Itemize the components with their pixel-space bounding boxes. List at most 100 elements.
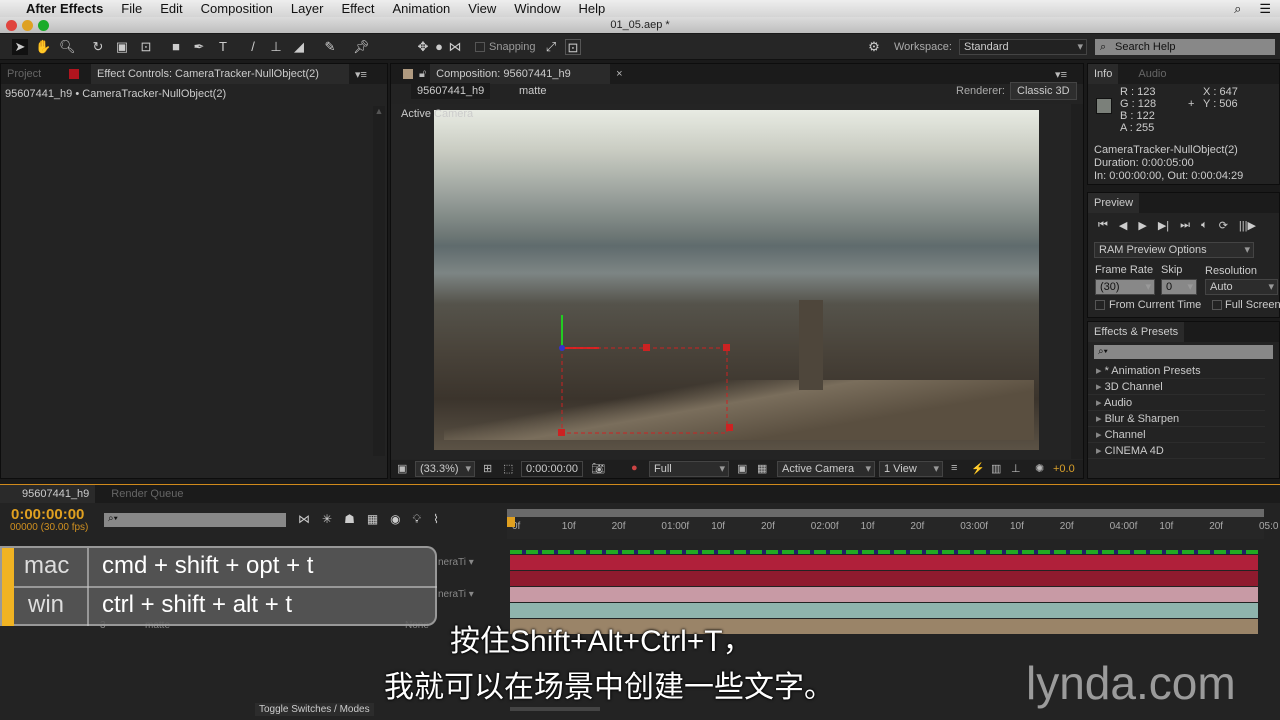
current-time-field[interactable]: 0:00:00:00 <box>521 461 583 477</box>
camera-view-dropdown[interactable]: Active Camera <box>777 461 875 477</box>
work-area-track[interactable] <box>510 550 1258 554</box>
fast-previews-icon[interactable]: ⚡ <box>971 462 985 475</box>
app-menu[interactable]: After Effects <box>17 1 112 16</box>
pan-behind-tool-icon[interactable]: ⊡ <box>138 39 154 55</box>
layer-duration-bar[interactable] <box>510 587 1258 603</box>
effect-category[interactable]: Channel <box>1088 427 1265 443</box>
lock-icon[interactable] <box>69 69 79 79</box>
toggle-switches-modes-button[interactable]: Toggle Switches / Modes <box>255 703 374 716</box>
puppet-pin-tool-icon[interactable]: 📌︎ <box>353 39 370 55</box>
tab-timeline-comp[interactable]: 95607441_h9 <box>0 485 96 503</box>
hand-tool-icon[interactable]: ✋ <box>35 39 51 55</box>
timeline-search-input[interactable]: ⌕▾ <box>104 513 286 527</box>
selection-tool-icon[interactable]: ➤ <box>12 39 28 55</box>
channel-icon[interactable]: ● <box>631 462 638 474</box>
timeline-icon[interactable]: ▥ <box>991 462 1001 475</box>
scrollbar[interactable]: ▲ <box>373 106 385 456</box>
current-time-indicator[interactable] <box>507 517 515 527</box>
time-ruler[interactable]: 0f 10f 20f 01:00f 10f 20f 02:00f 10f 20f 03:00f 10… <box>507 509 1278 539</box>
renderer-button[interactable]: Classic 3D <box>1010 82 1077 100</box>
lock-icon[interactable]: 🔓︎ <box>419 68 426 81</box>
viewer[interactable]: Active Camera <box>391 104 1083 459</box>
camera-tool-icon[interactable]: ▣ <box>114 39 130 55</box>
layer-duration-bar[interactable] <box>510 571 1258 587</box>
menu-layer[interactable]: Layer <box>282 1 333 16</box>
magnification-dropdown[interactable]: (33.3%) <box>415 461 475 477</box>
world-axis-icon[interactable]: ● <box>431 39 447 55</box>
spotlight-icon[interactable]: ⌕ <box>1225 1 1250 17</box>
frame-blending-icon[interactable]: ▦ <box>367 512 378 527</box>
region-of-interest-icon[interactable]: ▣ <box>737 462 747 475</box>
local-axis-icon[interactable]: ✥ <box>415 39 431 55</box>
resolution-dropdown[interactable]: Full <box>649 461 729 477</box>
zoom-tool-icon[interactable]: 🔍︎ <box>59 39 76 55</box>
view-layout-dropdown[interactable]: 1 View <box>879 461 943 477</box>
footage-frame[interactable] <box>434 110 1039 450</box>
exposure-icon[interactable]: ✺ <box>1035 462 1044 475</box>
menu-help[interactable]: Help <box>569 1 614 16</box>
menu-view[interactable]: View <box>459 1 505 16</box>
flowchart-icon[interactable]: ⊥ <box>1011 462 1021 475</box>
view-axis-icon[interactable]: ⋈ <box>447 39 463 55</box>
first-frame-icon[interactable]: ⏮ <box>1098 219 1108 232</box>
menu-composition[interactable]: Composition <box>192 1 282 16</box>
loop-icon[interactable]: ⟳ <box>1219 219 1228 232</box>
snap-feature-icon[interactable]: ⊡ <box>565 39 581 55</box>
exposure-value[interactable]: +0.0 <box>1053 463 1075 475</box>
draft-3d-icon[interactable]: ✳ <box>322 512 332 527</box>
effect-category[interactable]: Blur & Sharpen <box>1088 411 1265 427</box>
comp-breadcrumb-matte[interactable]: matte <box>519 85 547 97</box>
zoom-slider[interactable] <box>510 707 600 711</box>
layer-duration-bar[interactable] <box>510 555 1258 571</box>
ram-preview-icon[interactable]: |||▶ <box>1239 219 1256 232</box>
rectangle-tool-icon[interactable]: ■ <box>168 39 184 55</box>
menu-window[interactable]: Window <box>505 1 569 16</box>
graph-editor-icon[interactable]: ⌇ <box>433 512 439 527</box>
snap-expand-icon[interactable]: ⤢ <box>543 39 559 55</box>
from-current-time-checkbox[interactable] <box>1095 300 1105 310</box>
brainstorm-icon[interactable]: 💡︎ <box>413 512 421 527</box>
effect-category[interactable]: CINEMA 4D <box>1088 443 1265 459</box>
effects-search-input[interactable]: ⌕▾ <box>1094 345 1273 359</box>
frame-rate-dropdown[interactable]: (30) <box>1095 279 1155 295</box>
play-icon[interactable]: ▶ <box>1138 219 1146 232</box>
full-screen-checkbox[interactable] <box>1212 300 1222 310</box>
grid-icon[interactable]: ⊞ <box>483 462 492 475</box>
comp-breadcrumb-active[interactable]: 95607441_h9 <box>411 83 491 99</box>
resolution-dropdown[interactable]: Auto <box>1205 279 1278 295</box>
tab-info[interactable]: Info <box>1088 64 1119 84</box>
mask-visibility-icon[interactable]: ⬚ <box>503 462 513 475</box>
mute-audio-icon[interactable]: 🔈︎ <box>1201 219 1208 232</box>
effect-category[interactable]: Audio <box>1088 395 1265 411</box>
tab-audio[interactable]: Audio <box>1132 64 1172 84</box>
snapshot-icon[interactable]: 📷︎ <box>591 462 605 475</box>
tab-effect-controls[interactable]: Effect Controls: CameraTracker-NullObjec… <box>91 64 349 84</box>
snapping-checkbox[interactable] <box>475 42 485 52</box>
panel-menu-icon[interactable]: ▾≡ <box>355 68 367 81</box>
clone-stamp-tool-icon[interactable]: ⊥ <box>268 39 284 55</box>
workspace-dropdown[interactable]: Standard <box>959 39 1087 55</box>
tab-close-icon[interactable]: × <box>616 68 622 80</box>
parent-dropdown[interactable]: neraTi ▾ <box>438 557 474 568</box>
shy-icon[interactable]: ☗ <box>344 512 355 527</box>
last-frame-icon[interactable]: ⏭ <box>1180 219 1190 232</box>
eraser-tool-icon[interactable]: ◢ <box>291 39 307 55</box>
close-window-button[interactable] <box>6 20 17 31</box>
tab-preview[interactable]: Preview <box>1088 193 1140 213</box>
effect-category[interactable]: 3D Channel <box>1088 379 1265 395</box>
list-icon[interactable]: ☰ <box>1250 1 1280 17</box>
workspace-icon[interactable]: ⚙ <box>866 39 882 55</box>
tab-project[interactable]: Project <box>1 64 61 84</box>
menu-animation[interactable]: Animation <box>383 1 459 16</box>
always-preview-icon[interactable]: ▣ <box>397 462 407 475</box>
minimize-window-button[interactable] <box>22 20 33 31</box>
pen-tool-icon[interactable]: ✒ <box>191 39 207 55</box>
viewer-scrollbar[interactable] <box>1071 104 1083 459</box>
null-object-gizmo[interactable] <box>434 110 1039 450</box>
menu-file[interactable]: File <box>112 1 151 16</box>
parent-dropdown[interactable]: neraTi ▾ <box>438 589 474 600</box>
previous-frame-icon[interactable]: ◀ <box>1119 219 1127 232</box>
zoom-window-button[interactable] <box>38 20 49 31</box>
effect-category[interactable]: * Animation Presets <box>1088 363 1265 379</box>
menu-effect[interactable]: Effect <box>332 1 383 16</box>
